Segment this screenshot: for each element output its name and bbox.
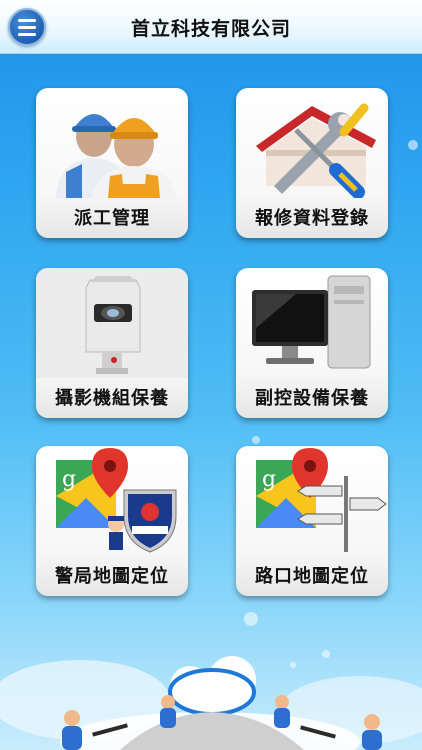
dispatch-management-button[interactable]: 派工管理 [36,88,188,238]
tile-label: 報修資料登錄 [255,208,369,229]
cloud-network-illustration [0,656,422,750]
page-title: 首立科技有限公司 [130,18,291,40]
control-equipment-maintenance-button[interactable]: 副控設備保養 [236,268,388,418]
tile-label: 警局地圖定位 [55,566,169,587]
decorative-sparkle [408,140,418,150]
intersection-map-button[interactable]: g 路口地圖定位 [236,446,388,596]
tile-label: 路口地圖定位 [255,566,369,587]
police-station-map-button[interactable]: g 警局地圖定位 [36,446,188,596]
svg-text:g: g [62,467,76,492]
security-camera-icon [36,268,188,378]
cloud-icon [168,656,256,716]
header-bar: 首立科技有限公司 [0,0,422,54]
repair-record-button[interactable]: 報修資料登錄 [236,88,388,238]
computer-equipment-icon [252,275,371,369]
tile-label: 派工管理 [74,208,150,229]
svg-text:g: g [262,467,276,492]
police-map-icon: g [56,448,177,553]
camera-maintenance-button[interactable]: 攝影機組保養 [36,268,188,418]
tile-label: 副控設備保養 [255,388,369,409]
decorative-sparkle [252,436,260,444]
tile-label: 攝影機組保養 [55,388,169,409]
intersection-map-icon: g [256,448,387,552]
workers-icon [56,114,176,198]
repair-tools-icon [256,103,376,198]
